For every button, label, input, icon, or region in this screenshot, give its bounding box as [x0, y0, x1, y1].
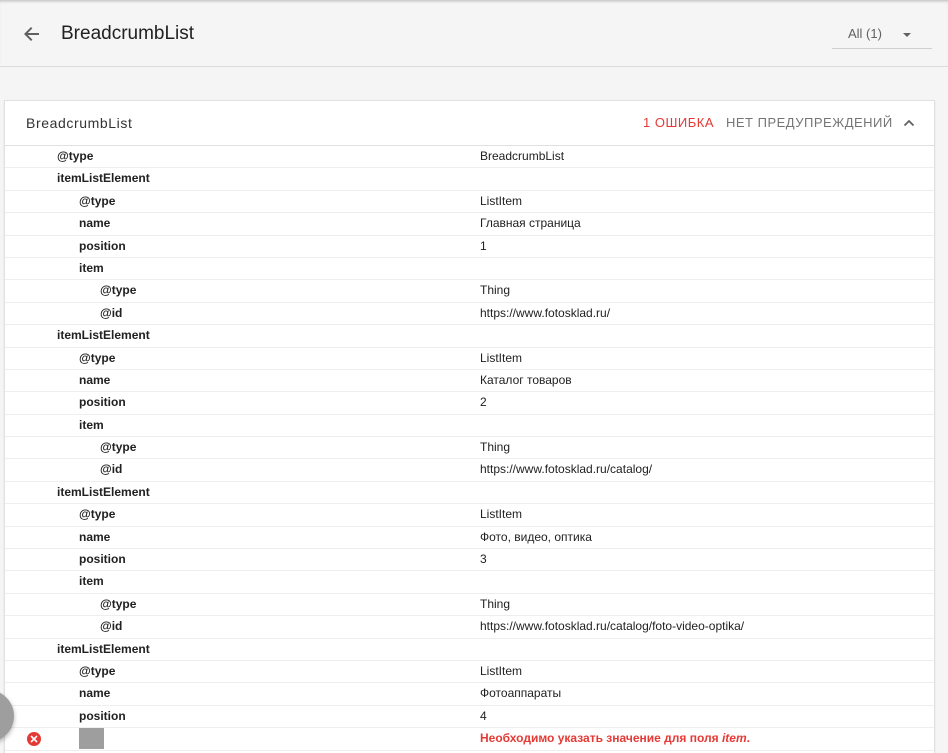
property-key: item [79, 728, 104, 750]
property-key: @type [100, 596, 137, 611]
property-key: item [79, 417, 104, 432]
property-value: Главная страница [480, 216, 581, 231]
table-row: name Фотоаппараты [5, 683, 934, 706]
property-key: itemListElement [57, 171, 150, 186]
property-value: https://www.fotosklad.ru/ [480, 305, 611, 320]
error-message-end: . [746, 731, 750, 746]
arrow-back-icon [24, 27, 39, 41]
property-value: ListItem [480, 663, 523, 678]
property-key: item [79, 260, 104, 275]
property-value: Фото, видео, оптика [480, 529, 592, 544]
back-button[interactable] [20, 22, 44, 46]
table-row: item [5, 258, 934, 281]
property-value: Thing [480, 440, 511, 455]
table-row: position 3 [5, 549, 934, 572]
property-key: itemListElement [57, 641, 150, 656]
property-key: @type [79, 193, 116, 208]
table-row: item [5, 571, 934, 594]
property-value: Каталог товаров [480, 372, 572, 387]
table-row: @type ListItem [5, 661, 934, 684]
chevron-up-icon [903, 119, 915, 127]
page-title: BreadcrumbList [61, 23, 195, 44]
error-message: Необходимо указать значение для поля ite… [480, 728, 750, 749]
property-value: https://www.fotosklad.ru/catalog/ [480, 462, 653, 477]
table-row: name Фото, видео, оптика [5, 527, 934, 550]
property-value: Thing [480, 283, 511, 298]
error-field-name: item [721, 731, 747, 746]
card-header: BreadcrumbList 1 ОШИБКА НЕТ ПРЕДУПРЕЖДЕН… [5, 101, 934, 146]
table-row: @type BreadcrumbList [5, 146, 934, 169]
property-key: itemListElement [57, 484, 150, 499]
table-row: @type ListItem [5, 504, 934, 527]
table-row: @type Thing [5, 437, 934, 460]
table-row: name Каталог товаров [5, 370, 934, 393]
property-value: Фотоаппараты [480, 686, 562, 701]
collapse-button[interactable] [899, 113, 919, 133]
property-value: https://www.fotosklad.ru/catalog/foto-vi… [480, 619, 745, 634]
table-row: itemListElement [5, 325, 934, 348]
table-row: @type Thing [5, 594, 934, 617]
property-value: Thing [480, 596, 511, 611]
property-value: 3 [480, 552, 487, 567]
table-row: item [5, 415, 934, 438]
property-key: itemListElement [57, 328, 150, 343]
table-row: itemListElement [5, 168, 934, 191]
table-row: @type Thing [5, 280, 934, 303]
property-key: item [79, 574, 104, 589]
property-key: @type [79, 663, 116, 678]
property-value: 4 [480, 708, 487, 723]
table-row: itemListElement [5, 482, 934, 505]
property-key: @type [100, 440, 137, 455]
top-bar: BreadcrumbList All (1) [0, 0, 948, 67]
property-key: @type [79, 350, 116, 365]
table-row: @id https://www.fotosklad.ru/catalog/foto… [5, 616, 934, 639]
property-value: BreadcrumbList [480, 149, 565, 163]
table-row: itemListElement [5, 639, 934, 661]
table-row: position 1 [5, 236, 934, 258]
table-row: position 4 [5, 706, 934, 729]
property-key: name [79, 216, 111, 231]
property-key: @id [100, 305, 123, 320]
property-key: @type [79, 507, 116, 522]
table-row: @id https://www.fotosklad.ru/catalog/ [5, 459, 934, 482]
property-key: position [79, 395, 126, 410]
error-row[interactable]: item Необходимо указать значение для пол… [5, 728, 934, 751]
errors-count[interactable]: 1 ОШИБКА [643, 115, 714, 130]
table-row: name Главная страница [5, 213, 934, 236]
caret-down-icon [903, 33, 911, 37]
card-title: BreadcrumbList [26, 115, 133, 131]
property-value: 2 [480, 395, 487, 410]
property-value: ListItem [480, 193, 523, 208]
property-value: ListItem [480, 350, 523, 365]
error-message-text: Необходимо указать значение для поля [480, 731, 722, 746]
properties-table: @type BreadcrumbList itemListElement @typ… [5, 146, 934, 751]
filter-value: All (1) [848, 26, 882, 41]
filter-dropdown[interactable]: All (1) [832, 20, 932, 49]
property-key: @type [100, 283, 137, 298]
table-row: position 2 [5, 392, 934, 415]
table-row: @id https://www.fotosklad.ru/ [5, 303, 934, 326]
error-circle-icon [27, 732, 41, 747]
property-key: position [79, 708, 126, 723]
property-key: @type [57, 149, 94, 163]
warnings-count[interactable]: НЕТ ПРЕДУПРЕЖДЕНИЙ [726, 115, 893, 130]
property-key: name [79, 529, 111, 544]
property-key: @id [100, 462, 123, 477]
property-value: 1 [480, 238, 487, 253]
property-key: position [79, 552, 126, 567]
table-row: @type ListItem [5, 191, 934, 214]
table-row: @type ListItem [5, 348, 934, 370]
property-key: position [79, 238, 126, 253]
property-key: @id [100, 619, 123, 634]
property-key: name [79, 686, 111, 701]
property-value: ListItem [480, 507, 523, 522]
property-key: name [79, 372, 111, 387]
result-card: BreadcrumbList 1 ОШИБКА НЕТ ПРЕДУПРЕЖДЕН… [4, 100, 935, 753]
